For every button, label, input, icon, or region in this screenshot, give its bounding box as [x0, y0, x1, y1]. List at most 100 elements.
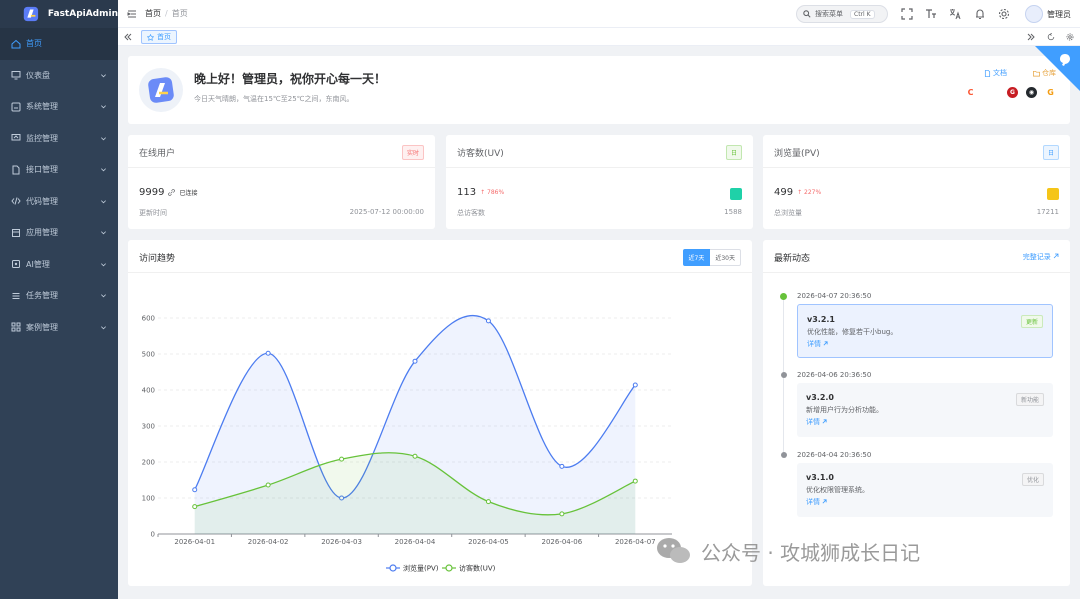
timeline-date: 2026-04-07 20:36:50	[797, 292, 872, 300]
double-chevron-right-icon[interactable]	[1027, 33, 1035, 41]
monitor-chart-icon	[11, 134, 21, 141]
timeline-date: 2026-04-04 20:36:50	[797, 451, 872, 459]
avatar	[1025, 5, 1043, 23]
app-logo[interactable]: FastApiAdmin	[0, 0, 118, 28]
chevron-down-icon	[101, 199, 106, 203]
stat-value: 499	[774, 187, 794, 198]
refresh-icon[interactable]	[1047, 33, 1055, 41]
y-tick-label: 100	[142, 495, 155, 503]
app-name: FastApiAdmin	[47, 9, 118, 19]
stat-foot-label: 总访客数	[457, 209, 485, 217]
release-description: 优化性能，修复若干小bug。	[807, 328, 898, 336]
search-icon	[803, 10, 811, 18]
fullscreen-icon[interactable]	[901, 8, 913, 20]
sidebar-item-3[interactable]: 监控管理	[0, 123, 118, 155]
double-chevron-left-icon[interactable]	[124, 33, 132, 41]
external-arrow-icon	[823, 341, 828, 346]
sidebar-item-label: 仪表盘	[26, 70, 50, 80]
stat-foot-label: 总浏览量	[774, 209, 802, 217]
sidebar-item-6[interactable]: 应用管理	[0, 217, 118, 249]
chevron-down-icon	[101, 294, 106, 298]
gitee-icon[interactable]: G	[1007, 87, 1018, 98]
stat-growth: ↑ 227%	[797, 189, 822, 196]
sidebar-item-9[interactable]: 案例管理	[0, 312, 118, 344]
external-arrow-icon	[822, 419, 827, 424]
sidebar-item-label: 接口管理	[26, 165, 58, 175]
data-point	[192, 504, 198, 510]
github-corner-icon[interactable]	[1035, 46, 1080, 91]
api-doc-icon	[12, 165, 20, 175]
search-menu-button[interactable]: 搜索菜单 Ctrl K	[796, 5, 888, 23]
stat-value: 113	[457, 187, 477, 198]
y-tick-label: 400	[142, 387, 155, 395]
sidebar-item-1[interactable]: 仪表盘	[0, 60, 118, 92]
breadcrumb-item-current: 首页	[171, 9, 188, 18]
chevron-down-icon	[101, 262, 106, 266]
x-tick-label: 2026-04-07	[615, 538, 656, 546]
external-arrow-icon	[822, 499, 827, 504]
sidebar-item-5[interactable]: 代码管理	[0, 186, 118, 218]
timeline-dot	[780, 452, 787, 458]
sidebar-item-label: 案例管理	[26, 322, 58, 332]
sidebar-item-label: 首页	[26, 39, 42, 49]
stat-extra: 已连接	[179, 190, 198, 197]
news-title: 最新动态	[774, 254, 811, 264]
csdn-icon[interactable]: C	[965, 87, 976, 98]
divider	[763, 167, 1070, 168]
legend-label: 浏览量(PV)	[403, 564, 439, 573]
welcome-subtitle: 今日天气晴朗，气温在15℃至25℃之间，东南风。	[194, 95, 354, 103]
sidebar-item-2[interactable]: 系统管理	[0, 91, 118, 123]
tab-settings-icon[interactable]	[1066, 33, 1074, 41]
legend-marker	[389, 564, 397, 572]
sidebar-item-4[interactable]: 接口管理	[0, 154, 118, 186]
release-badge: 新功能	[1015, 393, 1044, 406]
visitor-icon	[730, 188, 742, 200]
full-records-link[interactable]: 完整记录	[1023, 252, 1059, 262]
chevron-down-icon	[101, 231, 106, 235]
divider	[128, 167, 435, 168]
translate-icon[interactable]	[949, 8, 961, 20]
doc-link[interactable]: 文档	[984, 68, 1007, 78]
x-tick-label: 2026-04-05	[468, 538, 509, 546]
stat-card-0: 在线用户 实时 9999 已连接 更新时间 2025-07-12 00:00:00	[128, 135, 435, 229]
menu-fold-icon[interactable]	[127, 9, 137, 19]
stat-card-2: 浏览量(PV) 日 499 ↑ 227% 总浏览量 17211	[763, 135, 1070, 229]
watermark-text: 公众号 · 攻城狮成长日记	[701, 540, 921, 565]
full-records-label: 完整记录	[1022, 253, 1051, 261]
breadcrumb: 首页 / 首页	[145, 8, 188, 19]
x-tick-label: 2026-04-04	[395, 538, 436, 546]
y-tick-label: 300	[142, 423, 155, 431]
details-label: 详情	[807, 340, 821, 348]
details-label: 详情	[806, 498, 820, 506]
tab-home[interactable]: 首页	[141, 30, 177, 44]
x-tick-label: 2026-04-02	[248, 538, 289, 546]
sidebar-item-8[interactable]: 任务管理	[0, 280, 118, 312]
release-version: v3.2.1	[807, 315, 835, 324]
details-link[interactable]: 详情	[806, 497, 827, 507]
doc-link-label: 文档	[993, 69, 1007, 77]
legend-marker	[445, 564, 453, 572]
details-link[interactable]: 详情	[807, 339, 828, 349]
user-menu[interactable]: 管理员	[1025, 5, 1071, 23]
data-point	[632, 478, 638, 484]
sidebar-item-7[interactable]: AI管理	[0, 249, 118, 281]
task-icon	[12, 292, 20, 299]
sidebar-item-0[interactable]: 首页	[0, 28, 118, 60]
stat-foot-value: 2025-07-12 00:00:00	[349, 208, 424, 216]
notification-bell-icon[interactable]	[974, 8, 986, 20]
chevron-down-icon	[101, 105, 106, 109]
data-point	[485, 499, 491, 505]
settings-gear-icon[interactable]	[998, 8, 1010, 20]
stat-card-1: 访客数(UV) 日 113 ↑ 786% 总访客数 1588	[446, 135, 753, 229]
welcome-card: 晚上好！管理员，祝你开心每一天！ 今日天气晴朗，气温在15℃至25℃之间，东南风…	[128, 56, 1070, 124]
logo-icon	[23, 6, 39, 22]
breadcrumb-item-home[interactable]: 首页	[145, 8, 161, 19]
app-icon	[12, 228, 20, 237]
visit-trend-chart: 0 100 200 300 400 500 600 2026-04-01 2026-04-02 2…	[142, 315, 672, 573]
release-badge: 优化	[1021, 473, 1044, 486]
details-link[interactable]: 详情	[806, 417, 827, 427]
timeline-card: v3.1.0 优化权限管理系统。 详情 优化	[797, 463, 1053, 517]
stat-title: 在线用户	[139, 149, 176, 159]
stat-foot-value: 17211	[1036, 208, 1059, 216]
font-size-icon[interactable]	[925, 8, 937, 20]
